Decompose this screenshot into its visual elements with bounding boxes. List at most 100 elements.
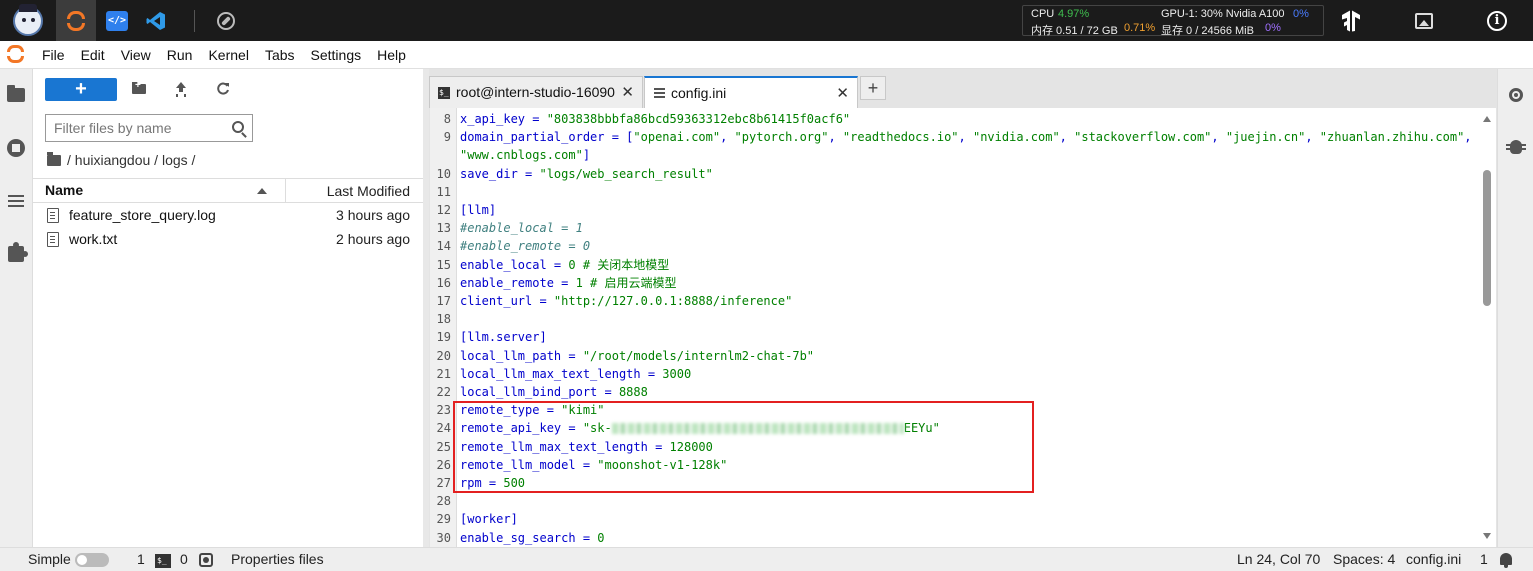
- kernel-chip-icon[interactable]: [199, 553, 213, 567]
- indent-spaces[interactable]: Spaces: 4: [1333, 551, 1395, 567]
- menu-help[interactable]: Help: [369, 41, 414, 69]
- code-token: 0: [597, 530, 605, 545]
- code-line[interactable]: [llm]: [460, 201, 496, 219]
- menu-edit[interactable]: Edit: [73, 41, 113, 69]
- code-line[interactable]: enable_sg_search = 0: [460, 529, 605, 547]
- code-line[interactable]: enable_remote = 1 # 启用云端模型: [460, 274, 677, 292]
- vertical-scrollbar[interactable]: [1480, 108, 1494, 547]
- upload-icon[interactable]: [169, 78, 193, 100]
- code-line[interactable]: local_llm_bind_port = 8888: [460, 383, 648, 401]
- line-number: 22: [436, 385, 451, 399]
- folder-icon[interactable]: [6, 85, 26, 105]
- code-token: 8888: [618, 385, 648, 399]
- filter-files-input[interactable]: [54, 120, 224, 136]
- code-token: local_llm_bind_port =: [460, 385, 619, 399]
- code-token: "/root/models/internlm2-chat-7b": [582, 348, 815, 363]
- terminals-count[interactable]: 1: [137, 551, 145, 567]
- add-tab-button[interactable]: +: [860, 76, 886, 100]
- info-icon[interactable]: i: [1480, 0, 1514, 41]
- file-row[interactable]: feature_store_query.log 3 hours ago: [33, 203, 423, 227]
- code-token: #enable_local = 1: [460, 221, 583, 236]
- line-number: 17: [436, 294, 451, 308]
- code-line[interactable]: [worker]: [460, 510, 518, 528]
- tab-config-ini[interactable]: config.ini ✕: [644, 76, 858, 108]
- menu-file[interactable]: File: [34, 41, 73, 69]
- scroll-up-icon[interactable]: [1483, 116, 1491, 122]
- sort-ascending-icon[interactable]: [257, 188, 267, 194]
- menu-run[interactable]: Run: [159, 41, 201, 69]
- new-launcher-button[interactable]: +: [45, 78, 117, 101]
- code-line[interactable]: "www.cnblogs.com"]: [460, 146, 590, 164]
- code-line[interactable]: [llm.server]: [460, 328, 547, 346]
- column-divider[interactable]: [285, 179, 286, 203]
- running-icon[interactable]: [6, 138, 26, 158]
- kernels-count[interactable]: 0: [180, 551, 188, 567]
- tab-terminal[interactable]: $_ root@intern-studio-16090 ✕: [429, 76, 643, 108]
- avatar-icon[interactable]: [8, 0, 48, 41]
- code-token: 3000: [662, 366, 692, 381]
- line-number: 15: [436, 257, 451, 272]
- code-line[interactable]: local_llm_max_text_length = 3000: [460, 365, 691, 383]
- compass-icon[interactable]: [206, 0, 246, 41]
- code-token: "pytorch.org": [734, 130, 829, 145]
- code-token: "nvidia.com": [972, 130, 1060, 145]
- cpu-label: CPU: [1031, 8, 1055, 20]
- file-row[interactable]: work.txt 2 hours ago: [33, 227, 423, 251]
- image-icon[interactable]: [1407, 0, 1441, 41]
- new-folder-icon[interactable]: [127, 78, 151, 100]
- line-number: 30: [436, 530, 451, 545]
- code-editor[interactable]: 8 x_api_key = "803838bbbfa86bcd59363312eb…: [430, 108, 1496, 547]
- code-token: "803838bbbfa86bcd59363312ebc8b61415f0acf…: [546, 112, 851, 126]
- modified-column-header[interactable]: Last Modified: [327, 183, 410, 199]
- code-line[interactable]: client_url = "http://127.0.0.1:8888/infe…: [460, 292, 792, 310]
- scroll-down-icon[interactable]: [1483, 533, 1491, 539]
- breadcrumb-path[interactable]: / huixiangdou / logs /: [67, 152, 195, 168]
- filter-files-field[interactable]: [45, 114, 253, 142]
- toc-icon[interactable]: [6, 191, 26, 211]
- code-line[interactable]: #enable_remote = 0: [460, 237, 590, 255]
- resource-monitor: CPU 4.97% 内存 0.51 / 72 GB 0.71% GPU-1: 3…: [1022, 5, 1324, 37]
- line-number: 19: [436, 330, 451, 345]
- code-token: [worker]: [460, 512, 518, 527]
- file-browser: + / huixiangdou / logs / Name Last Modif…: [33, 69, 423, 547]
- vscode-icon[interactable]: [136, 0, 176, 41]
- code-line[interactable]: local_llm_path = "/root/models/internlm2…: [460, 347, 814, 365]
- refresh-icon[interactable]: [211, 78, 235, 100]
- tab-bar: $_ root@intern-studio-16090 ✕ config.ini…: [429, 69, 1497, 108]
- terminal-icon[interactable]: $_: [155, 554, 171, 568]
- code-server-icon[interactable]: </>: [97, 0, 137, 41]
- code-line[interactable]: x_api_key = "803838bbbfa86bcd59363312ebc…: [460, 110, 850, 128]
- line-number: 21: [436, 366, 451, 381]
- file-icon: [47, 208, 59, 223]
- breadcrumb-folder-icon[interactable]: [47, 151, 61, 166]
- menu-tabs[interactable]: Tabs: [257, 41, 303, 69]
- cursor-position[interactable]: Ln 24, Col 70: [1237, 551, 1320, 567]
- close-icon[interactable]: ✕: [836, 84, 849, 102]
- code-line[interactable]: enable_local = 0 # 关闭本地模型: [460, 256, 669, 274]
- top-bar: </> CPU 4.97% 内存 0.51 / 72 GB 0.71% GPU-…: [0, 0, 1533, 41]
- debugger-bug-icon[interactable]: [1506, 140, 1526, 154]
- line-number: 10: [436, 166, 451, 181]
- notification-count[interactable]: 1: [1480, 551, 1488, 567]
- name-column-header[interactable]: Name: [45, 182, 83, 198]
- menu-settings[interactable]: Settings: [303, 41, 370, 69]
- code-line[interactable]: #enable_local = 1: [460, 219, 583, 237]
- code-line[interactable]: save_dir = "logs/web_search_result": [460, 165, 713, 183]
- code-token: ,: [1464, 130, 1472, 145]
- close-icon[interactable]: ✕: [621, 83, 634, 101]
- menu-kernel[interactable]: Kernel: [200, 41, 256, 69]
- scroll-thumb[interactable]: [1483, 170, 1491, 306]
- file-list-header: Name Last Modified: [33, 178, 423, 203]
- code-line[interactable]: domain_partial_order = ["openai.com", "p…: [460, 128, 1472, 146]
- tensorflow-icon[interactable]: [1334, 0, 1368, 41]
- jupyter-icon[interactable]: [56, 0, 96, 41]
- extension-icon[interactable]: [6, 242, 28, 264]
- text-file-icon: [654, 88, 665, 99]
- code-token: "www.cnblogs.com": [460, 148, 583, 163]
- bell-icon[interactable]: [1500, 553, 1512, 568]
- simple-mode-toggle[interactable]: [75, 553, 109, 567]
- code-token: [llm]: [460, 203, 497, 217]
- property-inspector-gear-icon[interactable]: [1509, 88, 1523, 102]
- menu-view[interactable]: View: [113, 41, 159, 69]
- code-token: 1: [575, 275, 583, 290]
